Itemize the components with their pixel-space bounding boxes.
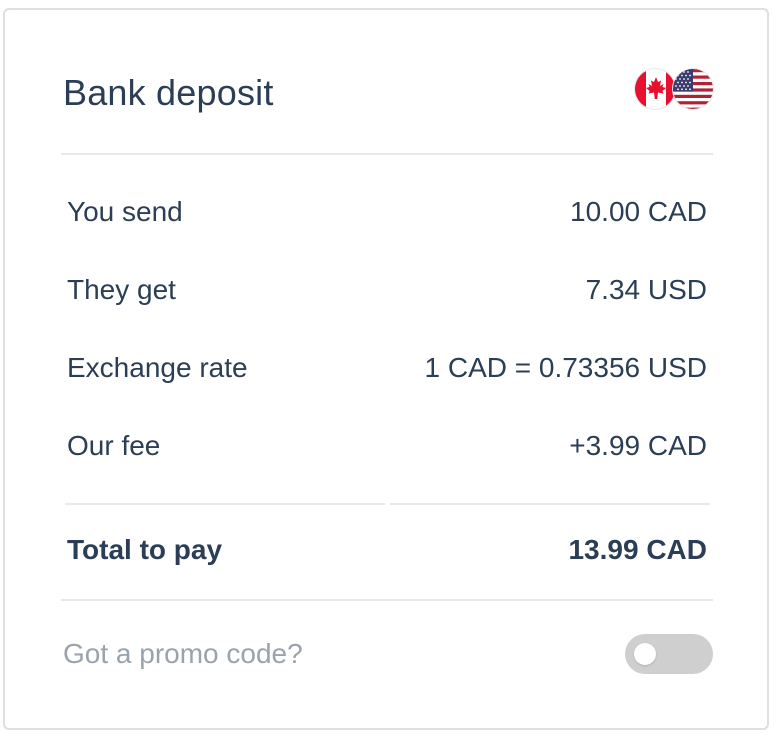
you-send-label: You send (67, 196, 183, 227)
total-divider-right (390, 503, 710, 505)
promo-code-toggle[interactable] (625, 634, 713, 674)
card-title: Bank deposit (63, 72, 274, 113)
promo-code-label: Got a promo code? (63, 638, 303, 669)
currency-flags (634, 68, 716, 110)
canada-flag-icon (634, 68, 676, 110)
you-send-value: 10.00 CAD (570, 196, 707, 227)
they-get-label: They get (67, 274, 176, 305)
our-fee-value: +3.99 CAD (569, 430, 707, 461)
toggle-knob (634, 643, 656, 665)
promo-divider (61, 599, 713, 601)
total-value: 13.99 CAD (568, 534, 707, 565)
exchange-rate-label: Exchange rate (67, 352, 248, 383)
they-get-value: 7.34 USD (585, 274, 707, 305)
total-divider-left (65, 503, 385, 505)
header-divider (61, 153, 713, 155)
bank-deposit-card: Bank deposit You send 10.00 CAD They get… (3, 8, 769, 730)
exchange-rate-value: 1 CAD = 0.73356 USD (424, 352, 708, 383)
usa-flag-icon (672, 68, 714, 110)
our-fee-label: Our fee (67, 430, 161, 461)
total-label: Total to pay (67, 534, 223, 565)
